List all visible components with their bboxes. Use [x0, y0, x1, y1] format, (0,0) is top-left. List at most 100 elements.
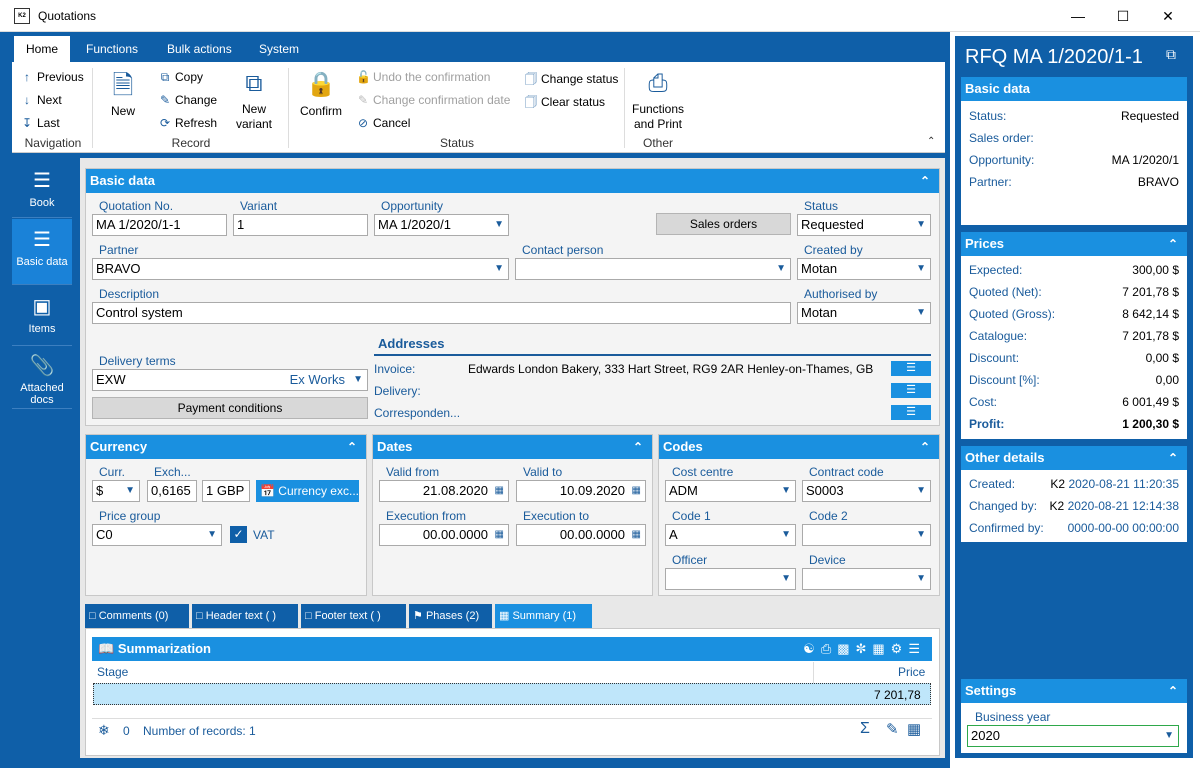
delivery-menu-button[interactable]: ☰: [891, 383, 931, 398]
copy-button[interactable]: ⧉ Copy: [158, 70, 203, 85]
edit-icon[interactable]: ✎: [886, 720, 899, 738]
new-variant-button[interactable]: ⧉ New variant: [232, 70, 276, 132]
payment-conditions-button[interactable]: Payment conditions: [92, 397, 368, 419]
created-by-field[interactable]: Motan ▼: [797, 258, 931, 280]
column-price-header[interactable]: Price: [898, 665, 925, 679]
dropdown-icon[interactable]: ▼: [916, 525, 926, 545]
collapse-icon[interactable]: ⌃: [914, 436, 936, 458]
tab-footer-text[interactable]: □ Footer text ( ): [301, 604, 406, 628]
partner-field[interactable]: BRAVO ▼: [92, 258, 509, 280]
calendar-icon[interactable]: ▦: [495, 481, 504, 501]
next-button[interactable]: ↓ Next: [20, 93, 62, 107]
dropdown-icon[interactable]: ▼: [916, 303, 926, 323]
exchange-unit-field[interactable]: 1 GBP: [202, 480, 250, 502]
tab-header-text[interactable]: □ Header text ( ): [192, 604, 298, 628]
code2-field[interactable]: ▼: [802, 524, 931, 546]
currency-exchange-button[interactable]: 📅 Currency exc...: [256, 480, 359, 502]
dropdown-icon[interactable]: ▼: [781, 569, 791, 589]
tab-summary[interactable]: ▦ Summary (1): [495, 604, 592, 628]
new-button[interactable]: 🗎 New: [102, 70, 144, 118]
dropdown-icon[interactable]: ▼: [781, 525, 791, 545]
dropdown-icon[interactable]: ▼: [916, 569, 926, 589]
correspondence-menu-button[interactable]: ☰: [891, 405, 931, 420]
code1-field[interactable]: A ▼: [665, 524, 796, 546]
dropdown-icon[interactable]: ▼: [916, 259, 926, 279]
clear-status-button[interactable]: 🗍 Clear status: [524, 93, 605, 114]
valid-from-field[interactable]: 21.08.2020 ▦: [379, 480, 509, 502]
curr-field[interactable]: $ ▼: [92, 480, 140, 502]
confirm-button[interactable]: 🔒 Confirm: [296, 70, 346, 118]
dropdown-icon[interactable]: ▼: [916, 215, 926, 235]
change-confirmation-date-button[interactable]: ✎ Change confirmation date: [356, 93, 510, 107]
popout-icon[interactable]: ⧉: [1166, 46, 1176, 63]
tab-comments[interactable]: □ Comments (0): [85, 604, 189, 628]
calendar-icon[interactable]: ▦: [632, 525, 641, 545]
undo-confirmation-button[interactable]: 🔓 Undo the confirmation: [356, 70, 490, 84]
nav-attached-docs[interactable]: 📎 Attached docs: [12, 347, 72, 409]
change-button[interactable]: ✎ Change: [158, 93, 217, 107]
dropdown-icon[interactable]: ▼: [494, 215, 504, 235]
opportunity-field[interactable]: MA 1/2020/1 ▼: [374, 214, 509, 236]
last-button[interactable]: ↧ Last: [20, 116, 60, 130]
dropdown-icon[interactable]: ▼: [1164, 726, 1174, 746]
grid-settings-icon[interactable]: ▦: [907, 720, 921, 738]
contract-code-field[interactable]: S0003 ▼: [802, 480, 931, 502]
calendar-icon[interactable]: ▦: [495, 525, 504, 545]
nav-items[interactable]: ▣ Items: [12, 286, 72, 346]
dropdown-icon[interactable]: ▼: [781, 481, 791, 501]
collapse-icon[interactable]: ⌃: [914, 170, 936, 192]
nav-basic-data[interactable]: ☰ Basic data: [12, 219, 72, 285]
functions-print-button[interactable]: ⎙ Functions and Print: [628, 70, 688, 132]
cancel-button[interactable]: ⊘ Cancel: [356, 116, 410, 130]
dropdown-icon[interactable]: ▼: [353, 370, 363, 390]
collapse-icon[interactable]: ⌃: [627, 436, 649, 458]
sales-orders-button[interactable]: Sales orders: [656, 213, 791, 235]
dropdown-icon[interactable]: ▼: [916, 481, 926, 501]
table-row[interactable]: [93, 683, 931, 705]
status-field[interactable]: Requested ▼: [797, 214, 931, 236]
quotation-no-field[interactable]: MA 1/2020/1-1: [92, 214, 227, 236]
contact-person-field[interactable]: ▼: [515, 258, 791, 280]
authorised-by-field[interactable]: Motan ▼: [797, 302, 931, 324]
exchange-rate-field[interactable]: 0,6165: [147, 480, 197, 502]
invoice-menu-button[interactable]: ☰: [891, 361, 931, 376]
maximize-icon[interactable]: ☐: [1113, 6, 1133, 26]
variant-field[interactable]: 1: [233, 214, 368, 236]
change-status-button[interactable]: 🗍 Change status: [524, 70, 618, 91]
vat-checkbox[interactable]: ✓: [230, 526, 247, 543]
device-field[interactable]: ▼: [802, 568, 931, 590]
execution-from-field[interactable]: 00.00.0000 ▦: [379, 524, 509, 546]
collapse-ribbon-icon[interactable]: ⌃: [927, 136, 935, 147]
nav-book[interactable]: ☰ Book: [12, 158, 72, 218]
tab-functions[interactable]: Functions: [74, 36, 150, 62]
price-group-field[interactable]: C0 ▼: [92, 524, 222, 546]
business-year-field[interactable]: 2020 ▼: [967, 725, 1179, 747]
dropdown-icon[interactable]: ▼: [125, 481, 135, 501]
previous-button[interactable]: ↑ Previous: [20, 70, 84, 84]
description-field[interactable]: Control system: [92, 302, 791, 324]
snowflake-icon[interactable]: ❄: [98, 722, 110, 739]
collapse-icon[interactable]: ⌃: [341, 436, 363, 458]
minimize-icon[interactable]: —: [1068, 6, 1088, 26]
close-icon[interactable]: ✕: [1158, 6, 1178, 26]
tab-bulk-actions[interactable]: Bulk actions: [155, 36, 244, 62]
tab-phases[interactable]: ⚑ Phases (2): [409, 604, 492, 628]
dropdown-icon[interactable]: ▼: [494, 259, 504, 279]
summary-toolbar-icons[interactable]: ☯⎙▩✼▦⚙☰: [803, 637, 926, 661]
calendar-icon[interactable]: ▦: [632, 481, 641, 501]
collapse-icon[interactable]: ⌃: [1162, 680, 1184, 702]
cost-centre-field[interactable]: ADM ▼: [665, 480, 796, 502]
sum-icon[interactable]: Σ: [860, 720, 870, 738]
tab-home[interactable]: Home: [14, 36, 71, 62]
execution-to-field[interactable]: 00.00.0000 ▦: [516, 524, 646, 546]
valid-to-field[interactable]: 10.09.2020 ▦: [516, 480, 646, 502]
officer-field[interactable]: ▼: [665, 568, 796, 590]
tab-system[interactable]: System: [247, 36, 311, 62]
column-stage-header[interactable]: Stage: [97, 665, 128, 679]
collapse-icon[interactable]: ⌃: [1162, 447, 1184, 469]
dropdown-icon[interactable]: ▼: [776, 259, 786, 279]
delivery-terms-field[interactable]: EXW Ex Works ▼: [92, 369, 368, 391]
refresh-button[interactable]: ⟳ Refresh: [158, 116, 217, 130]
collapse-icon[interactable]: ⌃: [1162, 233, 1184, 255]
dropdown-icon[interactable]: ▼: [207, 525, 217, 545]
